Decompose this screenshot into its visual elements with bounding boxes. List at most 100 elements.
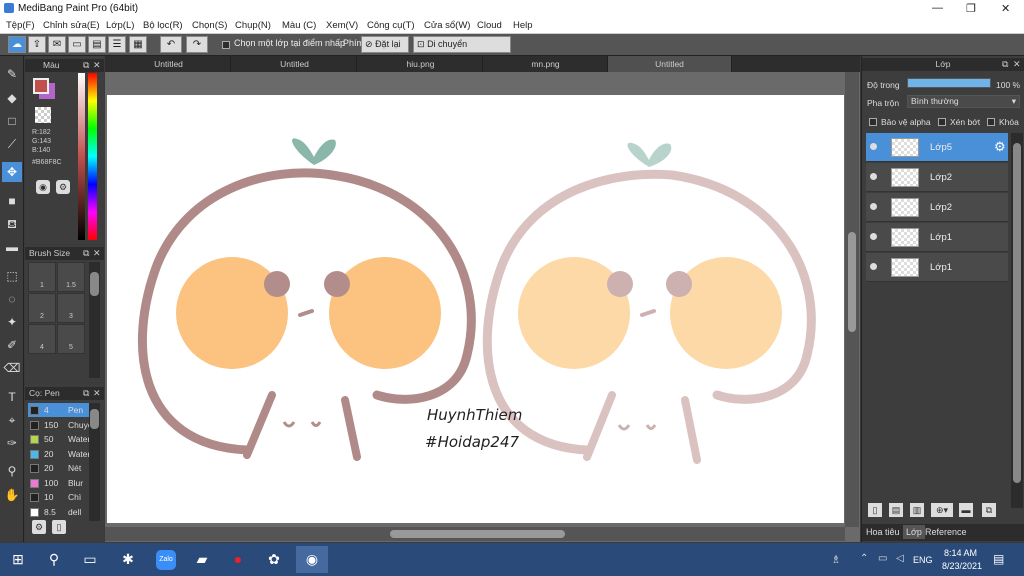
monitor-icon[interactable]: ▭: [878, 553, 887, 564]
menu-help[interactable]: Help: [513, 20, 533, 31]
folder-icon[interactable]: ▬: [959, 503, 973, 517]
popout-icon[interactable]: ⧉: [83, 247, 89, 260]
new-brush-icon[interactable]: ▯: [52, 520, 66, 534]
dotpen-icon[interactable]: ⟋: [2, 134, 22, 154]
menu-color[interactable]: Màu (C): [282, 20, 316, 31]
brush-list-item[interactable]: 50 Water: [28, 432, 98, 446]
merge-layer-icon[interactable]: ▥: [910, 503, 924, 517]
gradient-icon[interactable]: ▬: [2, 237, 22, 257]
tab-untitled-active[interactable]: Untitled: [608, 56, 732, 72]
vertical-scrollbar[interactable]: [845, 72, 859, 527]
hand-icon[interactable]: ✋: [2, 485, 22, 505]
move-tool-icon[interactable]: ✥: [2, 162, 22, 182]
menu-window[interactable]: Cửa sổ(W): [424, 20, 470, 31]
brush-list-item[interactable]: 20 Water: [28, 447, 98, 461]
brush-list-item[interactable]: 8.5 dell: [28, 505, 98, 519]
saturation-bar[interactable]: [78, 73, 85, 240]
maximize-button[interactable]: ❐: [966, 2, 976, 15]
brush-list-item[interactable]: 10 Chì: [28, 490, 98, 504]
layer-scrollbar[interactable]: [1011, 133, 1023, 508]
horizontal-scrollbar[interactable]: [105, 527, 845, 541]
close-icon[interactable]: ✕: [1013, 58, 1021, 71]
popout-icon[interactable]: ⧉: [83, 387, 89, 400]
menu-cloud[interactable]: Cloud: [477, 20, 502, 31]
popout-icon[interactable]: ⧉: [1002, 58, 1008, 71]
select-pen-icon[interactable]: ✐: [2, 335, 22, 355]
eye-icon[interactable]: [870, 233, 877, 240]
clock-time[interactable]: 8:14 AM: [944, 548, 977, 558]
eye-icon[interactable]: [870, 263, 877, 270]
brush-size-cell[interactable]: 4: [28, 324, 56, 354]
eye-icon[interactable]: [870, 173, 877, 180]
cloud-icon[interactable]: ☁: [8, 36, 26, 53]
add-layer-icon[interactable]: ⊕▾: [931, 503, 953, 517]
undo-icon[interactable]: ↶: [160, 36, 182, 53]
fill-rect-icon[interactable]: ■: [2, 191, 22, 211]
menu-select[interactable]: Chọn(S): [192, 20, 227, 31]
hue-bar[interactable]: [88, 73, 97, 240]
network-icon[interactable]: ♗: [831, 553, 841, 566]
add-brush-icon[interactable]: ⚙: [32, 520, 46, 534]
select-eraser-icon[interactable]: ⌫: [2, 358, 22, 378]
operation-icon[interactable]: ⌖: [2, 410, 22, 430]
bucket-icon[interactable]: ⛾: [2, 214, 22, 234]
minimize-button[interactable]: —: [932, 2, 943, 14]
eyedropper-icon[interactable]: ⚲: [2, 461, 22, 481]
main-color-swatch[interactable]: [33, 78, 49, 94]
gear-icon[interactable]: ⚙: [994, 139, 1006, 155]
medibang-icon[interactable]: ◉: [296, 546, 328, 573]
drawing-canvas[interactable]: HuynhThiem #Hoidap247: [107, 95, 844, 523]
brush-list-item[interactable]: 20 Nét: [28, 461, 98, 475]
search-icon[interactable]: ⚲: [40, 546, 68, 573]
brush-size-cell[interactable]: 3: [57, 293, 85, 323]
clipping-checkbox[interactable]: [938, 118, 946, 126]
layer-item[interactable]: Lớp1: [866, 253, 1008, 282]
close-button[interactable]: ✕: [1001, 2, 1010, 15]
list-icon[interactable]: ☰: [108, 36, 126, 53]
palette-settings-icon[interactable]: ⚙: [56, 180, 70, 194]
share-icon[interactable]: ⇪: [28, 36, 46, 53]
speech-icon[interactable]: ▭: [68, 36, 86, 53]
layer-item[interactable]: Lớp2: [866, 163, 1008, 192]
blend-select[interactable]: Bình thường ▾: [907, 95, 1020, 108]
grid-icon[interactable]: ▦: [129, 36, 147, 53]
task-view-icon[interactable]: ▭: [76, 546, 104, 573]
tab-mn[interactable]: mn.png: [484, 56, 608, 72]
rectangle-icon[interactable]: □: [2, 111, 22, 131]
copy-layer-icon[interactable]: ▤: [889, 503, 903, 517]
eraser-icon[interactable]: ◆: [2, 88, 22, 108]
brush-size-scrollbar[interactable]: [89, 262, 100, 378]
text-icon[interactable]: T: [2, 387, 22, 407]
menu-tools[interactable]: Công cụ(T): [367, 20, 415, 31]
brush-size-cell[interactable]: 2: [28, 293, 56, 323]
brush-list-item[interactable]: 100 Blur: [28, 476, 98, 490]
paint-icon[interactable]: ✿: [260, 546, 288, 573]
notification-icon[interactable]: ▤: [993, 552, 1004, 566]
brush-list-scrollbar[interactable]: [89, 403, 100, 521]
speaker-icon[interactable]: ◁: [896, 553, 904, 564]
close-icon[interactable]: ✕: [93, 59, 101, 72]
move-horizontal-button[interactable]: ⊡ Di chuyển ngang/doc: [413, 36, 511, 64]
redo-icon[interactable]: ↷: [186, 36, 208, 53]
menu-capture[interactable]: Chụp(N): [235, 20, 271, 31]
menu-filter[interactable]: Bộ lọc(R): [143, 20, 183, 31]
dropper-icon[interactable]: ✑: [2, 433, 22, 453]
lasso-icon[interactable]: ◌: [2, 289, 22, 309]
protect-alpha-checkbox[interactable]: [869, 118, 877, 126]
tab-hiu[interactable]: hiu.png: [359, 56, 483, 72]
clock-date[interactable]: 8/23/2021: [942, 561, 982, 571]
magic-wand-icon[interactable]: ✦: [2, 312, 22, 332]
transparent-swatch[interactable]: [35, 107, 51, 123]
brush-list-item[interactable]: 4 Pen: [28, 403, 98, 417]
brush-size-cell[interactable]: 1: [28, 262, 56, 292]
close-icon[interactable]: ✕: [93, 247, 101, 260]
tab-untitled-2[interactable]: Untitled: [233, 56, 357, 72]
layer-item[interactable]: Lớp5 ⚙: [866, 133, 1008, 162]
new-layer-icon[interactable]: ▯: [868, 503, 882, 517]
brush-size-cell[interactable]: 1.5: [57, 262, 85, 292]
eye-icon[interactable]: [870, 143, 877, 150]
tab-reference[interactable]: Reference: [925, 527, 967, 537]
menu-layer[interactable]: Lớp(L): [106, 20, 134, 31]
brush-size-cell[interactable]: 5: [57, 324, 85, 354]
tab-navigator[interactable]: Hoa tiêu: [866, 527, 900, 537]
